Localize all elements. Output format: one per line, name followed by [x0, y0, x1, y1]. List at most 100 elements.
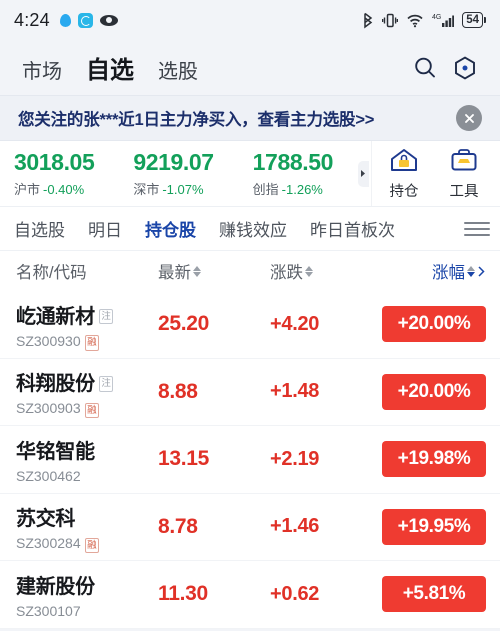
change-pct-cell: +5.81% — [382, 576, 486, 613]
stock-code: SZ300107 — [16, 602, 81, 619]
holdings-button[interactable]: 持仓 — [380, 147, 428, 201]
price-change: +1.46 — [270, 515, 320, 538]
hexagon-scan-icon[interactable] — [452, 55, 478, 81]
watchlist-sub-tabs: 自选股 明日 持仓股 赚钱效应 昨日首板次 — [0, 207, 500, 251]
index-value: 1788.50 — [252, 148, 334, 175]
stock-name-cell: 建新股份 SZ300107 — [16, 570, 158, 619]
index-value: 3018.05 — [14, 148, 95, 175]
promo-banner[interactable]: 您关注的张***近1日主力净买入，查看主力选股>> — [0, 95, 500, 141]
margin-badge: 融 — [84, 402, 100, 418]
price-change: +0.62 — [270, 582, 320, 605]
stock-name: 科翔股份 — [16, 373, 95, 396]
sub-tab-profit-effect[interactable]: 赚钱效应 — [219, 216, 287, 241]
top-nav-actions — [412, 55, 478, 81]
tab-market[interactable]: 市场 — [22, 55, 62, 84]
margin-badge: 融 — [84, 537, 100, 553]
last-price: 8.88 — [158, 379, 198, 403]
status-badge: +20.00% — [382, 373, 486, 410]
index-change-pct: -0.40% — [43, 182, 85, 198]
margin-badge: 融 — [84, 335, 100, 351]
stock-name-cell: 屹通新材 注 SZ300930 融 — [16, 300, 158, 351]
last-price: 11.30 — [158, 582, 208, 606]
top-navigation-bar: 市场 自选 选股 — [0, 40, 500, 95]
index-change-pct: -1.07% — [162, 182, 204, 198]
column-header-change[interactable]: 涨跌 — [270, 259, 382, 283]
index-item-shanghai[interactable]: 3018.05 沪市 -0.40% — [0, 149, 119, 198]
column-header-last-price-label: 最新 — [158, 264, 191, 282]
column-header-name-code: 名称/代码 — [16, 264, 87, 282]
table-row[interactable]: 华铭智能 SZ300462 13.15 +2.19 +19.98% — [0, 426, 500, 494]
status-bar-clock: 4:24 — [14, 9, 50, 30]
chevron-right-small-icon — [478, 265, 485, 277]
status-badge: +20.00% — [382, 306, 486, 343]
sub-tab-holdings-stocks[interactable]: 持仓股 — [145, 216, 196, 241]
stock-name: 华铭智能 — [16, 440, 95, 463]
sort-arrows-icon — [305, 265, 313, 277]
registration-badge: 注 — [98, 376, 114, 392]
change-pct-cell: +19.95% — [382, 508, 486, 545]
sub-tab-tomorrow[interactable]: 明日 — [88, 216, 122, 241]
index-item-chinext[interactable]: 1788.50 创指 -1.26% — [239, 149, 358, 198]
last-price: 8.78 — [158, 514, 198, 538]
change-pct-cell: +20.00% — [382, 373, 486, 410]
index-change-pct: -1.26% — [281, 182, 323, 198]
hamburger-menu-icon[interactable] — [464, 221, 500, 236]
bluetooth-icon — [364, 12, 373, 28]
table-row[interactable]: 屹通新材 注 SZ300930 融 25.20 +4.20 +20.00% — [0, 291, 500, 359]
registration-badge: 注 — [98, 308, 114, 324]
index-item-shenzhen[interactable]: 9219.07 深市 -1.07% — [119, 149, 238, 198]
index-summary-bar: 3018.05 沪市 -0.40% 9219.07 深市 -1.07% 1788.5… — [0, 141, 500, 207]
stock-code: SZ300930 — [16, 332, 81, 349]
table-row[interactable]: 科翔股份 注 SZ300903 融 8.88 +1.48 +20.00% — [0, 359, 500, 426]
search-icon[interactable] — [412, 55, 438, 81]
stock-code: SZ300462 — [16, 467, 81, 484]
stock-code: SZ300284 — [16, 535, 81, 552]
stock-name: 建新股份 — [16, 575, 95, 598]
table-row[interactable]: 苏交科 SZ300284 融 8.78 +1.46 +19.95% — [0, 494, 500, 561]
location-dot-icon — [59, 13, 71, 27]
index-name: 沪市 — [14, 182, 41, 198]
last-price: 13.15 — [158, 447, 210, 471]
stock-table-body: 屹通新材 注 SZ300930 融 25.20 +4.20 +20.00% 科翔… — [0, 291, 500, 629]
status-badge: +5.81% — [382, 576, 486, 613]
column-header-change-label: 涨跌 — [270, 264, 303, 282]
column-header-last-price[interactable]: 最新 — [158, 259, 270, 283]
stock-name-cell: 华铭智能 SZ300462 — [16, 435, 158, 484]
stock-name-cell: 科翔股份 注 SZ300903 融 — [16, 367, 158, 418]
status-bar-notification-icons — [59, 12, 118, 28]
holdings-label: 持仓 — [389, 183, 419, 200]
promo-banner-text: 您关注的张***近1日主力净买入，查看主力选股>> — [18, 111, 375, 129]
messenger-app-icon — [77, 12, 93, 28]
svg-text:4G: 4G — [432, 14, 441, 21]
change-pct-cell: +19.98% — [382, 441, 486, 478]
wifi-icon — [407, 14, 423, 28]
sort-arrows-active-icon — [467, 265, 475, 277]
table-row[interactable]: 建新股份 SZ300107 11.30 +0.62 +5.81% — [0, 561, 500, 629]
tools-button[interactable]: 工具 — [440, 147, 488, 201]
stock-name: 苏交科 — [16, 508, 76, 531]
column-header-change-pct[interactable]: 涨幅 — [382, 259, 486, 283]
top-nav-tabs: 市场 自选 选股 — [22, 50, 198, 85]
toolbox-icon — [451, 148, 477, 170]
close-icon[interactable] — [456, 105, 482, 131]
sub-tab-watchlist-stocks[interactable]: 自选股 — [14, 216, 65, 241]
stock-name: 屹通新材 — [16, 305, 95, 328]
stock-table-header: 名称/代码 最新 涨跌 涨幅 — [0, 251, 500, 291]
status-badge: +19.98% — [382, 441, 486, 478]
battery-percent-label: 54 — [466, 14, 479, 26]
index-bar-tools: 持仓 工具 — [371, 141, 500, 206]
chevron-right-icon[interactable] — [357, 160, 369, 187]
tab-stock-picking[interactable]: 选股 — [158, 55, 198, 84]
eye-icon — [99, 14, 118, 26]
price-change: +4.20 — [270, 312, 320, 335]
last-price: 25.20 — [158, 312, 210, 336]
stock-code: SZ300903 — [16, 400, 81, 417]
tab-watchlist[interactable]: 自选 — [86, 50, 134, 85]
index-scroller[interactable]: 3018.05 沪市 -0.40% 9219.07 深市 -1.07% 1788.5… — [0, 141, 371, 206]
index-value: 9219.07 — [133, 148, 214, 175]
index-name: 深市 — [133, 182, 160, 198]
battery-indicator: 54 — [462, 12, 486, 28]
change-pct-cell: +20.00% — [382, 306, 486, 343]
sub-tab-yesterday-first-board[interactable]: 昨日首板次 — [310, 216, 395, 241]
status-bar: 4:24 4G 54 — [0, 0, 500, 40]
